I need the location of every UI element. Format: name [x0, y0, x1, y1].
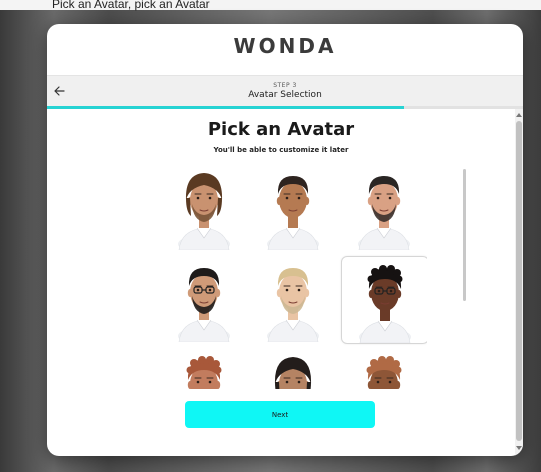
avatar-9-portrait — [366, 356, 402, 389]
page-subtitle: You'll be able to customize it later — [213, 146, 349, 154]
step-number: STEP 3 — [273, 82, 297, 89]
avatar-grid-scrollbar — [463, 169, 466, 301]
avatar-2-portrait — [267, 176, 319, 250]
modal-scroll-thumb[interactable] — [516, 121, 522, 441]
avatar-8-portrait — [274, 357, 312, 389]
wonda-logo: WONDA — [233, 34, 337, 58]
page-title: Pick an Avatar — [207, 119, 355, 140]
avatar-5-portrait — [267, 268, 319, 342]
avatar-grid — [147, 164, 427, 389]
avatar-8-card[interactable] — [250, 348, 336, 389]
modal-scrollbar — [515, 109, 523, 456]
avatar-5-card[interactable] — [250, 256, 336, 342]
background-caption-strip: Pick an Avatar, pick an Avatar — [0, 0, 541, 11]
avatar-grid-scroll-thumb[interactable] — [463, 169, 466, 301]
background-caption: Pick an Avatar, pick an Avatar — [52, 0, 210, 11]
next-button[interactable]: Next — [185, 401, 375, 428]
step-header: STEP 3 Avatar Selection — [47, 75, 523, 107]
avatar-7-portrait — [186, 356, 222, 389]
avatar-3-card[interactable] — [341, 164, 427, 250]
avatar-3-portrait — [358, 176, 410, 250]
avatar-selection-modal: WONDA STEP 3 Avatar Selection Pick an Av… — [47, 24, 523, 456]
avatar-picker: Pick an Avatar You'll be able to customi… — [47, 109, 515, 456]
avatar-1-card[interactable] — [161, 164, 247, 250]
avatar-4-portrait — [178, 268, 230, 342]
avatar-9-card[interactable] — [341, 348, 427, 389]
avatar-7-card[interactable] — [161, 348, 247, 389]
avatar-2-card[interactable] — [250, 164, 336, 250]
step-title: Avatar Selection — [248, 90, 322, 100]
avatar-1-portrait — [178, 173, 230, 250]
avatar-6-card[interactable] — [341, 256, 427, 344]
scroll-down-arrow-icon[interactable] — [516, 446, 522, 450]
scroll-up-arrow-icon[interactable] — [516, 113, 522, 117]
avatar-6-portrait — [359, 265, 411, 343]
avatar-4-card[interactable] — [161, 256, 247, 342]
